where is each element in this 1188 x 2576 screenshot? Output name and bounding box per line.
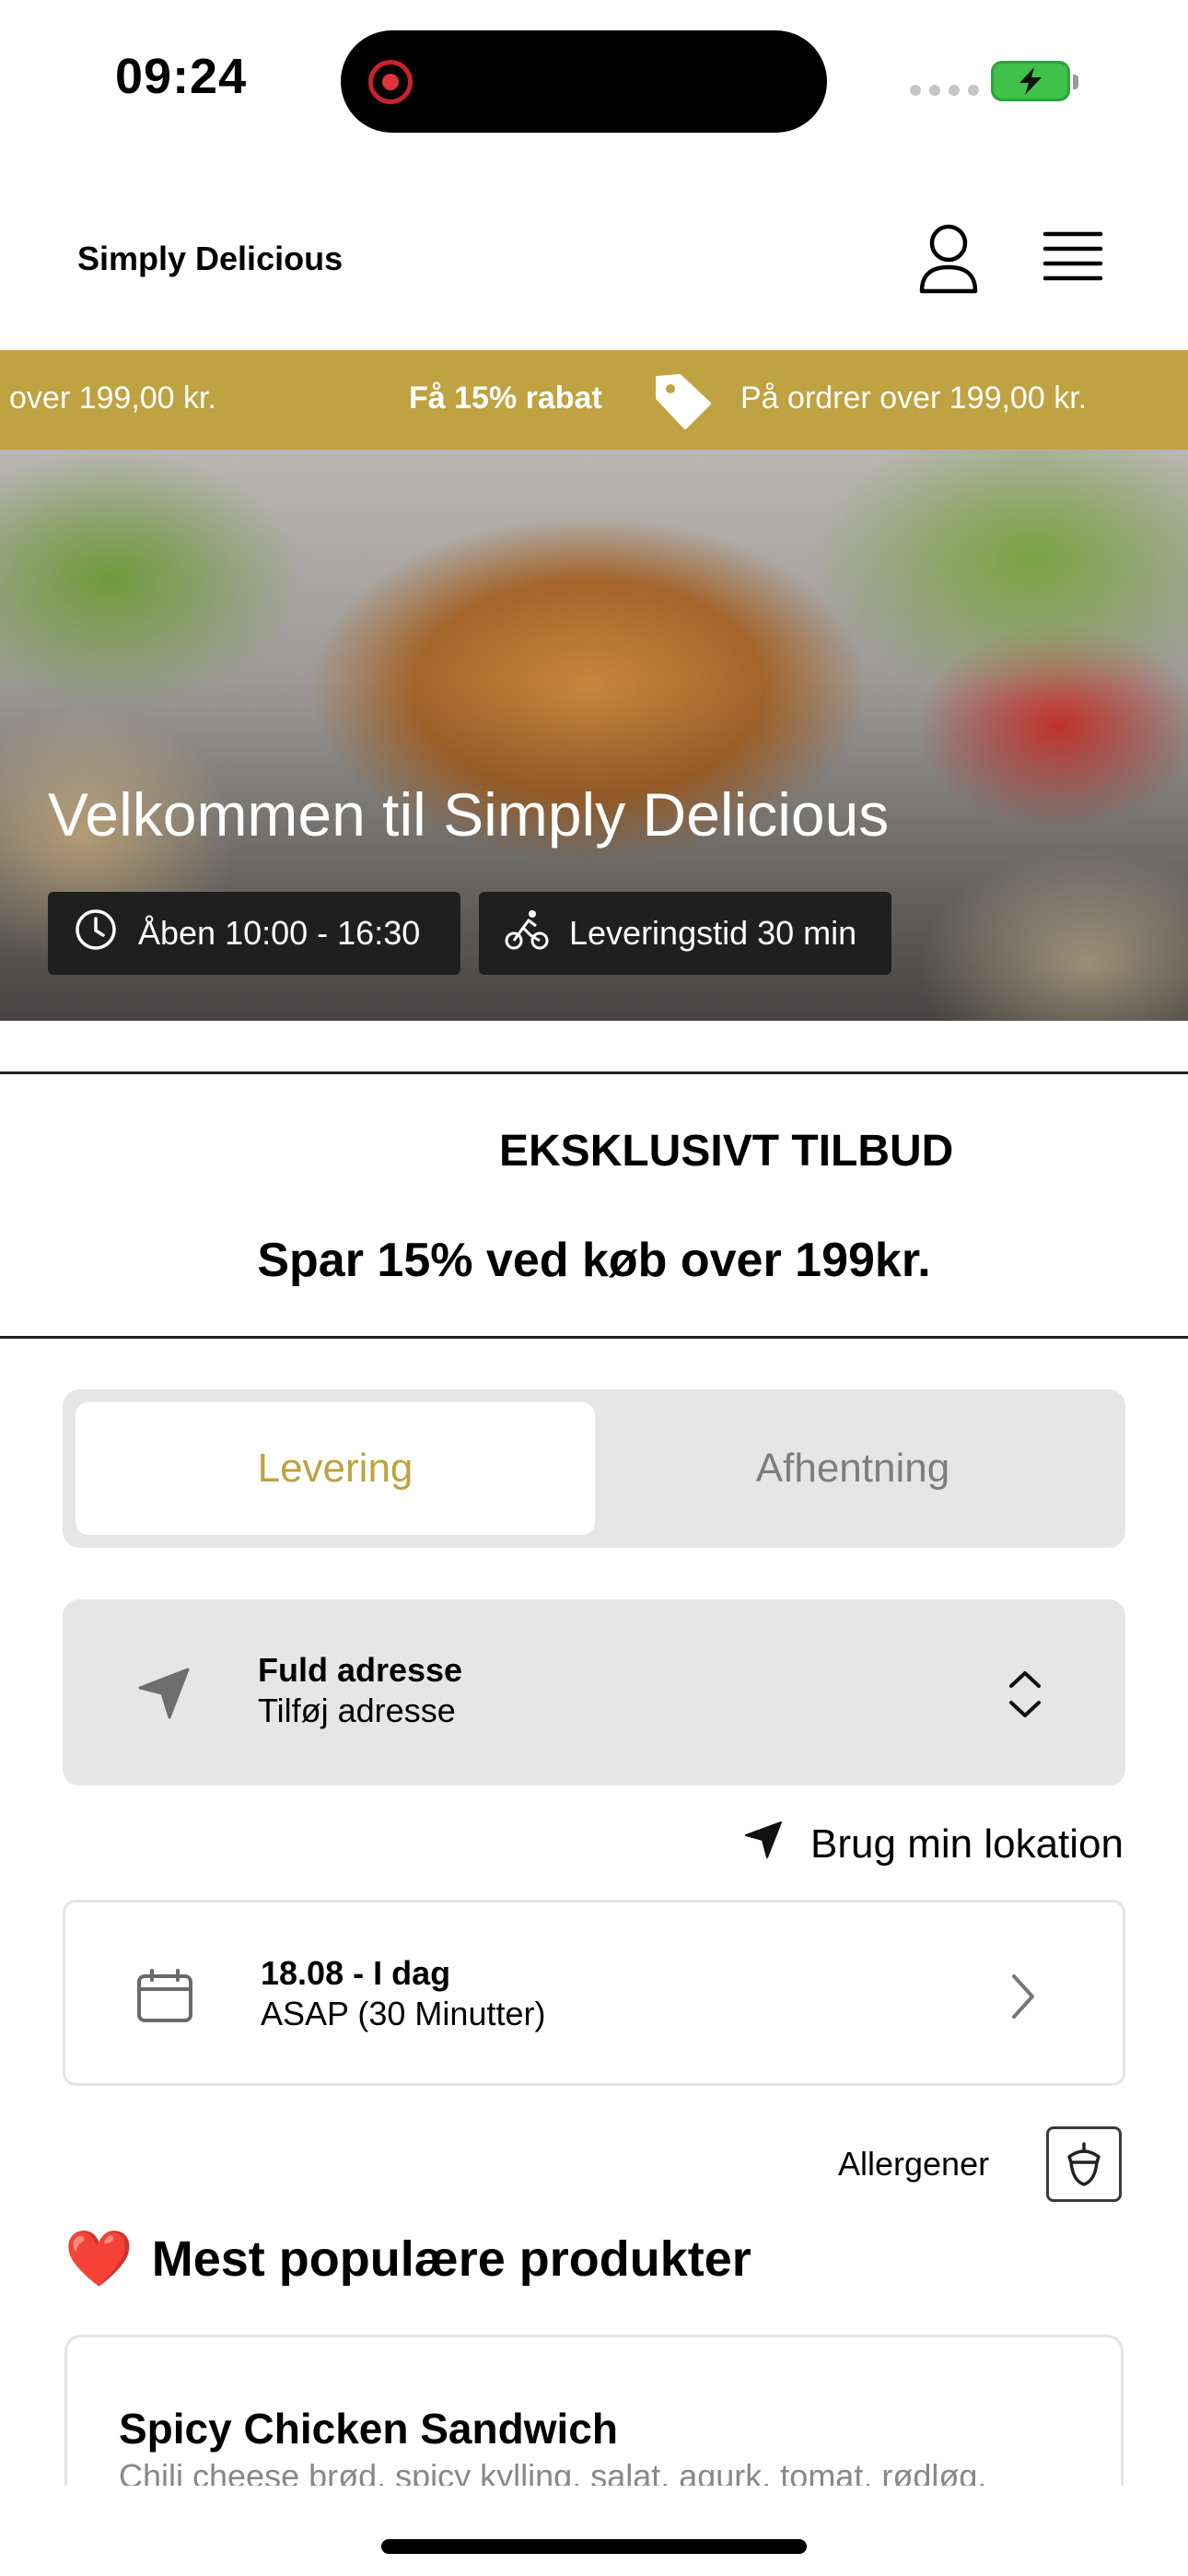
allergens-label: Allergener xyxy=(838,2145,990,2183)
menu-icon[interactable] xyxy=(1042,228,1103,284)
delivery-time-value: ASAP (30 Minutter) xyxy=(261,1995,546,2032)
address-label: Fuld adresse xyxy=(258,1651,463,1689)
location-arrow-icon xyxy=(134,1664,193,1723)
order-type-toggle: Levering Afhentning xyxy=(63,1389,1125,1548)
popular-products-heading: ❤️ Mest populære produkter xyxy=(64,2226,751,2291)
product-name: Spicy Chicken Sandwich xyxy=(119,2405,618,2453)
signal-icon xyxy=(910,85,979,96)
acorn-icon[interactable] xyxy=(1046,2126,1122,2202)
promo-banner: over 199,00 kr. Få 15% rabat På ordrer o… xyxy=(0,350,1188,450)
product-list: Spicy Chicken Sandwich Chili cheese brød… xyxy=(0,2331,1188,2486)
status-time: 09:24 xyxy=(115,49,248,104)
dynamic-island xyxy=(341,30,827,133)
promo-detail: På ordrer over 199,00 kr. xyxy=(740,381,1088,416)
opening-hours: Åben 10:00 - 16:30 xyxy=(138,914,421,952)
user-icon[interactable] xyxy=(916,221,981,295)
offer-title: EKSKLUSIVT TILBUD xyxy=(499,1127,954,1176)
calendar-icon xyxy=(135,1967,194,2026)
brand-name[interactable]: Simply Delicious xyxy=(77,240,343,278)
product-card[interactable]: Spicy Chicken Sandwich Chili cheese brød… xyxy=(64,2335,1124,2486)
product-description: Chili cheese brød, spicy kylling, salat,… xyxy=(119,2457,987,2486)
delivery-time-selector[interactable]: 18.08 - I dag ASAP (30 Minutter) xyxy=(63,1900,1125,2086)
use-location-label: Brug min lokation xyxy=(810,1821,1124,1867)
hero-banner: Velkommen til Simply Delicious Åben 10:0… xyxy=(0,450,1188,1021)
delivery-time-chip: Leveringstid 30 min xyxy=(479,892,891,975)
chevron-right-icon xyxy=(1005,1969,1042,2024)
chevron-up-down-icon xyxy=(1002,1664,1048,1725)
home-indicator[interactable] xyxy=(381,2539,807,2554)
popular-products-title: Mest populære produkter xyxy=(151,2231,751,2287)
navigation-arrow-icon xyxy=(742,1819,785,1871)
heart-icon: ❤️ xyxy=(64,2228,134,2289)
address-selector[interactable]: Fuld adresse Tilføj adresse xyxy=(63,1599,1125,1786)
hero-title: Velkommen til Simply Delicious xyxy=(48,780,890,849)
promo-headline: Få 15% rabat xyxy=(409,381,602,416)
use-my-location-button[interactable]: Brug min lokation xyxy=(718,1813,1124,1876)
recording-icon xyxy=(368,60,413,104)
status-bar: 09:24 xyxy=(0,0,1188,157)
opening-hours-chip: Åben 10:00 - 16:30 xyxy=(48,892,460,975)
tab-pickup[interactable]: Afhentning xyxy=(593,1402,1112,1535)
app-header: Simply Delicious xyxy=(0,184,1188,350)
tag-icon xyxy=(652,370,713,431)
delivery-time: Leveringstid 30 min xyxy=(569,914,857,952)
clock-icon xyxy=(74,907,118,960)
delivery-date: 18.08 - I dag xyxy=(261,1954,451,1992)
address-value: Tilføj adresse xyxy=(258,1692,456,1729)
bicycle-icon xyxy=(505,907,549,960)
offer-subtitle: Spar 15% ved køb over 199kr. xyxy=(257,1234,931,1287)
promo-text-fragment: over 199,00 kr. xyxy=(9,381,216,416)
exclusive-offer: EKSKLUSIVT TILBUD Spar 15% ved køb over … xyxy=(0,1071,1188,1339)
battery-icon xyxy=(991,61,1078,101)
tab-delivery[interactable]: Levering xyxy=(76,1402,595,1535)
